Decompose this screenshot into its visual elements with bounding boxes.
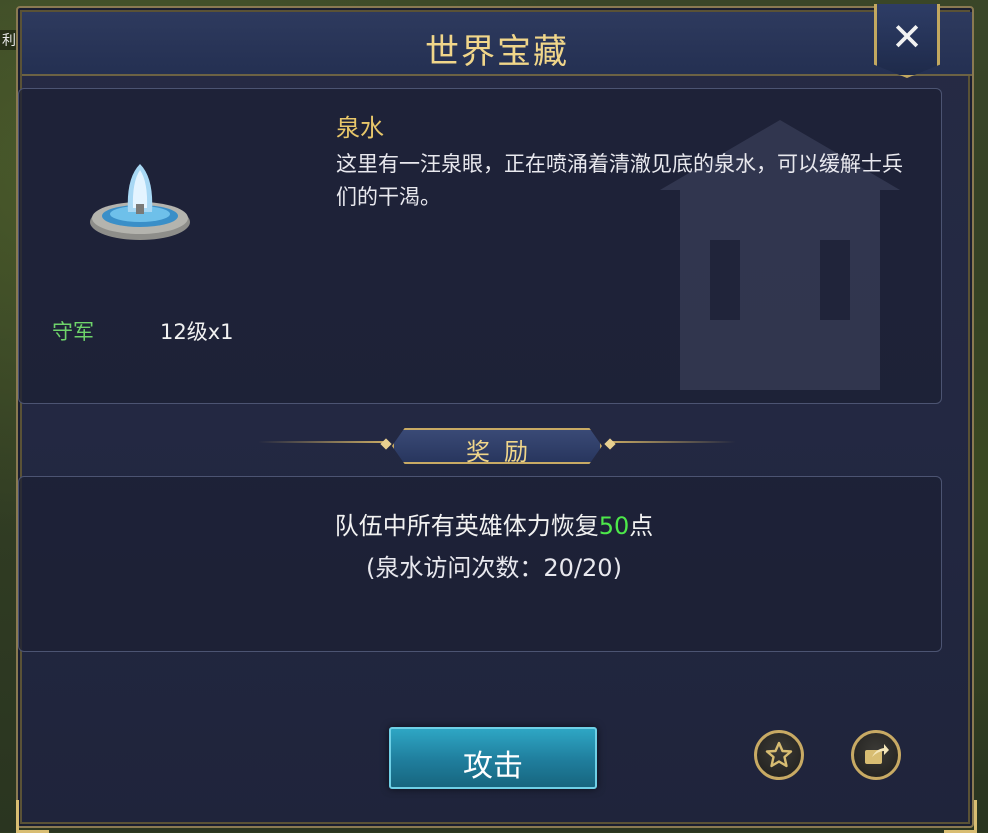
close-icon: ✕ bbox=[891, 15, 923, 59]
reward-header: 奖励 bbox=[392, 428, 602, 464]
title-bar: 世界宝藏 bbox=[22, 12, 972, 76]
attack-button-label: 攻击 bbox=[463, 749, 523, 784]
close-button[interactable]: ✕ bbox=[874, 4, 940, 78]
reward-divider-right bbox=[608, 441, 736, 443]
treasure-name: 泉水 bbox=[336, 114, 384, 142]
reward-amount: 50 bbox=[598, 512, 630, 540]
attack-button[interactable]: 攻击 bbox=[389, 727, 597, 789]
reward-text-after: 点 bbox=[629, 512, 654, 540]
frame-corner-bottom-right bbox=[944, 800, 977, 833]
reward-text-before: 队伍中所有英雄体力恢复 bbox=[334, 512, 599, 540]
garrison-value: 12级x1 bbox=[160, 320, 234, 344]
reward-header-label: 奖励 bbox=[466, 438, 542, 466]
favorite-button[interactable] bbox=[754, 730, 804, 780]
dialog-title: 世界宝藏 bbox=[425, 32, 569, 72]
star-icon bbox=[765, 741, 793, 768]
fountain-icon bbox=[90, 164, 190, 240]
garrison-label: 守军 bbox=[52, 320, 94, 344]
reward-description: 队伍中所有英雄体力恢复50点 bbox=[0, 506, 988, 541]
reward-divider-left bbox=[258, 441, 386, 443]
frame-corner-bottom-left bbox=[16, 800, 49, 833]
treasure-description: 这里有一汪泉眼，正在喷涌着清澈见底的泉水，可以缓解士兵们的干渴。 bbox=[336, 152, 903, 209]
visit-count: (泉水访问次数：20/20) bbox=[366, 554, 622, 582]
share-button[interactable] bbox=[851, 730, 901, 780]
share-icon bbox=[865, 744, 889, 764]
